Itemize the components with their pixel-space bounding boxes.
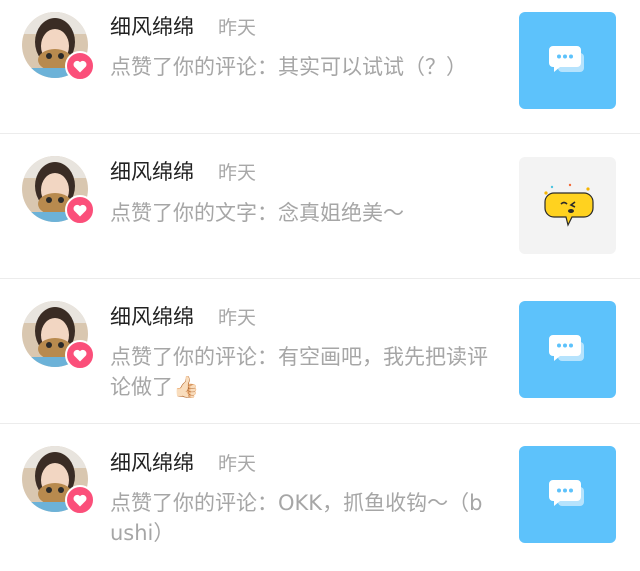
heart-icon: [65, 485, 95, 515]
heart-icon: [65, 195, 95, 225]
thumbs-up-emoji: 👍🏻: [173, 375, 200, 399]
speech-bubble-emoji-icon: [543, 183, 594, 227]
list-item[interactable]: 细风绵绵 昨天 点赞了你的文字：念真姐绝美～: [0, 134, 640, 279]
user-name[interactable]: 细风绵绵: [110, 449, 194, 477]
post-thumbnail[interactable]: [519, 157, 616, 254]
notification-message: 点赞了你的文字：念真姐绝美～: [110, 201, 404, 225]
comment-bubble-icon: [548, 479, 584, 506]
comment-thumbnail[interactable]: [519, 12, 616, 109]
comment-thumbnail[interactable]: [519, 301, 616, 398]
heart-icon: [65, 51, 95, 81]
comment-bubble-icon: [548, 334, 584, 361]
list-item[interactable]: 细风绵绵 昨天 点赞了你的评论：其实可以试试（？）: [0, 0, 640, 134]
timestamp: 昨天: [218, 307, 257, 329]
list-item[interactable]: 细风绵绵 昨天 点赞了你的评论：有空画吧，我先把读评论做了👍🏻: [0, 279, 640, 424]
user-name[interactable]: 细风绵绵: [110, 158, 194, 186]
user-name[interactable]: 细风绵绵: [110, 303, 194, 331]
timestamp: 昨天: [218, 453, 257, 475]
timestamp: 昨天: [218, 17, 257, 39]
comment-bubble-icon: [548, 45, 584, 72]
timestamp: 昨天: [218, 162, 257, 184]
notification-list: 细风绵绵 昨天 点赞了你的评论：其实可以试试（？） 细风绵绵 昨天 点赞了你的文…: [0, 0, 640, 571]
notification-message: 点赞了你的评论：有空画吧，我先把读评论做了👍🏻: [110, 342, 490, 402]
notification-message: 点赞了你的评论：OKK，抓鱼收钩～（bushi）: [110, 491, 483, 545]
message-text: 点赞了你的评论：有空画吧，我先把读评论做了: [110, 345, 488, 399]
comment-thumbnail[interactable]: [519, 446, 616, 543]
list-item[interactable]: 细风绵绵 昨天 点赞了你的评论：OKK，抓鱼收钩～（bushi）: [0, 424, 640, 571]
notification-message: 点赞了你的评论：其实可以试试（？）: [110, 55, 467, 79]
user-name[interactable]: 细风绵绵: [110, 13, 194, 41]
heart-icon: [65, 340, 95, 370]
